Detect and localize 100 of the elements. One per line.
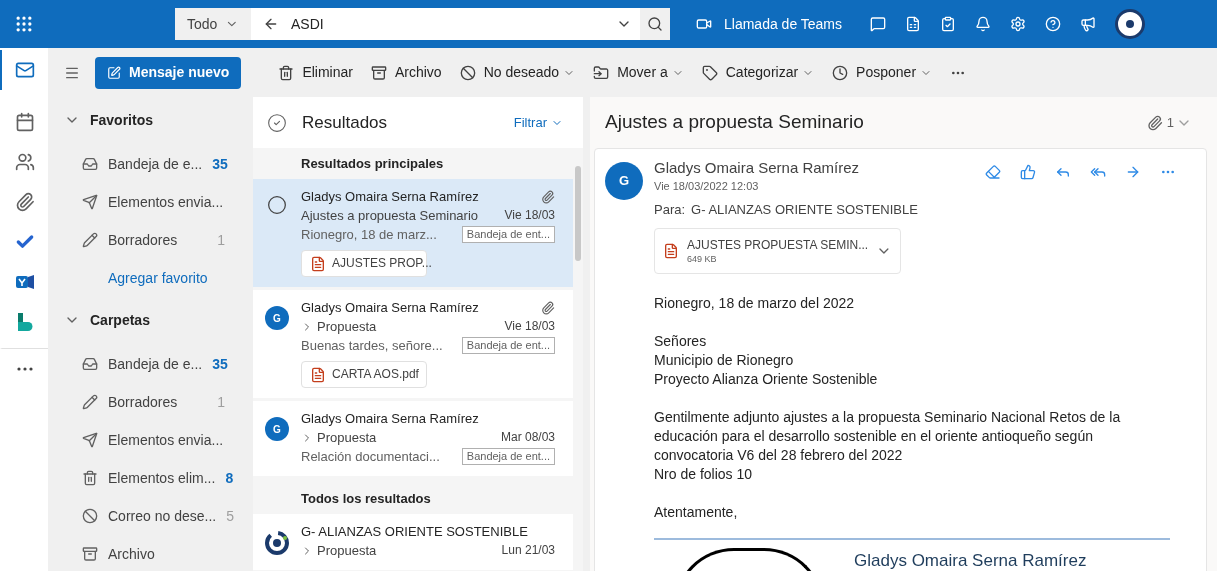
select-circle[interactable] xyxy=(267,195,287,215)
unread-count: 35 xyxy=(212,154,228,174)
sender-name: Gladys Omaira Serna Ramírez xyxy=(301,299,479,317)
block-icon xyxy=(459,64,476,81)
office-icon[interactable] xyxy=(905,16,922,32)
folder-item[interactable]: Elementos elim... 8 xyxy=(48,459,250,497)
message-date: Vie 18/03 xyxy=(504,318,555,335)
add-favorite-link[interactable]: Agregar favorito xyxy=(108,267,208,289)
archive-icon xyxy=(370,64,387,81)
body-text: Rionegro, 18 de marzo del 2022 xyxy=(654,293,856,313)
paperclip-icon xyxy=(541,189,555,204)
message-date: Lun 21/03 xyxy=(501,542,555,559)
toolbar-button[interactable]: Mover a xyxy=(593,62,684,83)
to-label: Para: xyxy=(654,201,686,219)
eraser-icon[interactable] xyxy=(985,164,1001,180)
unread-count: 5 xyxy=(226,506,234,526)
folder-item[interactable]: Borradores 1 xyxy=(48,221,250,259)
sender-name: Gladys Omaira Serna Ramírez xyxy=(301,188,479,206)
body-text: Nro de folios 10 xyxy=(654,464,754,484)
back-arrow-icon[interactable] xyxy=(263,16,279,32)
attachment-size: 649 KB xyxy=(687,252,718,265)
message-date: Vie 18/03 xyxy=(504,207,555,224)
toolbar-button[interactable]: Archivo xyxy=(370,62,442,83)
chat-icon[interactable] xyxy=(870,16,887,32)
compose-icon xyxy=(107,65,121,80)
folder-item[interactable]: Bandeja de e... 35 xyxy=(48,345,250,383)
teams-call-button[interactable]: Llamada de Teams xyxy=(696,13,843,35)
search-input[interactable]: ASDI xyxy=(291,13,616,35)
notifications-icon[interactable] xyxy=(975,16,992,32)
filter-button[interactable]: Filtrar xyxy=(513,112,563,133)
unread-count: 8 xyxy=(225,468,234,488)
paperclip-icon xyxy=(1146,114,1163,131)
toolbar-button[interactable]: Categorizar xyxy=(701,62,815,83)
toolbar-button[interactable]: Eliminar xyxy=(278,62,353,83)
folder-item[interactable]: Elementos envia... xyxy=(48,421,250,459)
attachment-chip[interactable]: CARTA AOS.pdf xyxy=(301,361,427,388)
message-item[interactable]: Gladys Omaira Serna Ramírez Ajustes a propuesta Seminario Vie 18/03 Rionegro, 18 de marz... Bandeja de ent... AJUSTES PROP... xyxy=(253,179,573,287)
select-all-icon[interactable] xyxy=(267,112,287,133)
search-box[interactable]: Todo ASDI xyxy=(175,8,670,40)
group-header: Todos los resultados xyxy=(301,489,431,508)
message-item[interactable]: G Gladys Omaira Serna Ramírez Propuesta Mar 08/03 Relación documentaci... Bandeja de ent... xyxy=(253,401,573,476)
message-item[interactable]: G- ALIANZAS ORIENTE SOSTENIBLE Propuesta Lun 21/03 xyxy=(253,514,573,570)
message-preview: Buenas tardes, señore... xyxy=(301,337,443,355)
people-icon xyxy=(15,152,35,172)
settings-icon[interactable] xyxy=(1010,16,1027,32)
folder-item[interactable]: Borradores 1 xyxy=(48,383,250,421)
message-item[interactable]: G Gladys Omaira Serna Ramírez Propuesta Vie 18/03 Buenas tardes, señore... Bandeja de ent... CARTA AOS.pdf xyxy=(253,290,573,398)
email-subject: Ajustes a propuesta Seminario xyxy=(605,110,865,135)
folder-item[interactable]: Elementos envia... xyxy=(48,183,250,221)
clipboard-icon[interactable] xyxy=(940,16,957,32)
folder-move-icon xyxy=(593,64,610,81)
trash-icon xyxy=(278,64,295,81)
paperclip-icon xyxy=(541,300,555,315)
attachment-count[interactable]: 1 xyxy=(1166,112,1174,133)
recipient[interactable]: G- ALIANZAS ORIENTE SOSTENIBLE xyxy=(691,200,918,220)
section-title[interactable]: Carpetas xyxy=(90,309,150,331)
body-text: Atentamente, xyxy=(654,502,739,522)
megaphone-icon[interactable] xyxy=(1080,16,1097,32)
folder-tag: Bandeja de ent... xyxy=(461,337,555,354)
message-subject: Ajustes a propuesta Seminario xyxy=(301,207,479,225)
forward-icon[interactable] xyxy=(1125,164,1141,180)
block-icon xyxy=(82,508,98,524)
pdf-file-icon xyxy=(310,366,326,383)
toolbar-button[interactable]: No deseado xyxy=(459,62,576,83)
help-icon[interactable] xyxy=(1045,16,1062,32)
mail-icon xyxy=(15,60,35,80)
folder-item[interactable]: Archivo xyxy=(48,535,250,571)
attachment-card[interactable]: AJUSTES PROPUESTA SEMIN... 649 KB xyxy=(654,227,901,274)
like-icon[interactable] xyxy=(1020,164,1036,180)
folder-item[interactable]: Correo no dese... 5 xyxy=(48,497,250,535)
pdf-file-icon xyxy=(663,242,679,259)
avatar: G xyxy=(265,417,289,441)
signature-name: Gladys Omaira Serna Ramírez xyxy=(854,549,1087,571)
send-icon xyxy=(82,194,98,210)
avatar[interactable] xyxy=(1115,9,1146,39)
new-message-button[interactable]: Mensaje nuevo xyxy=(95,56,242,89)
inbox-icon xyxy=(82,156,98,172)
body-text: Municipio de Rionegro xyxy=(654,350,795,370)
sender-name: Gladys Omaira Serna Ramírez xyxy=(301,410,479,428)
unread-count: 35 xyxy=(212,354,228,374)
video-icon xyxy=(696,16,712,32)
folder-item[interactable]: Bandeja de e... 35 xyxy=(48,145,250,183)
inbox-icon xyxy=(82,356,98,372)
toolbar-button[interactable]: Posponer xyxy=(832,62,933,83)
calendar-icon xyxy=(15,112,35,132)
avatar: G xyxy=(265,306,289,330)
body-text: Gentilmente adjunto ajustes a la propuesta Seminario Nacional Retos de la educación para el desarrollo sostenible en el oriente antioqueño según convocatoria V6 del 28 febrero del 2022 xyxy=(654,407,1122,465)
search-button[interactable] xyxy=(640,8,670,40)
y-logo-icon xyxy=(15,272,35,292)
sender-name[interactable]: Gladys Omaira Serna Ramírez xyxy=(654,158,860,178)
section-title[interactable]: Favoritos xyxy=(90,109,153,131)
unread-count: 1 xyxy=(217,392,225,412)
pencil-icon xyxy=(82,394,98,410)
sender-name: G- ALIANZAS ORIENTE SOSTENIBLE xyxy=(301,523,528,541)
paperclip-icon xyxy=(15,192,35,212)
clock-icon xyxy=(832,64,849,81)
message-subject: Propuesta xyxy=(317,542,377,560)
trash-icon xyxy=(82,470,98,486)
app-launcher-icon[interactable] xyxy=(14,14,34,34)
message-preview: Relación documentaci... xyxy=(301,448,440,466)
